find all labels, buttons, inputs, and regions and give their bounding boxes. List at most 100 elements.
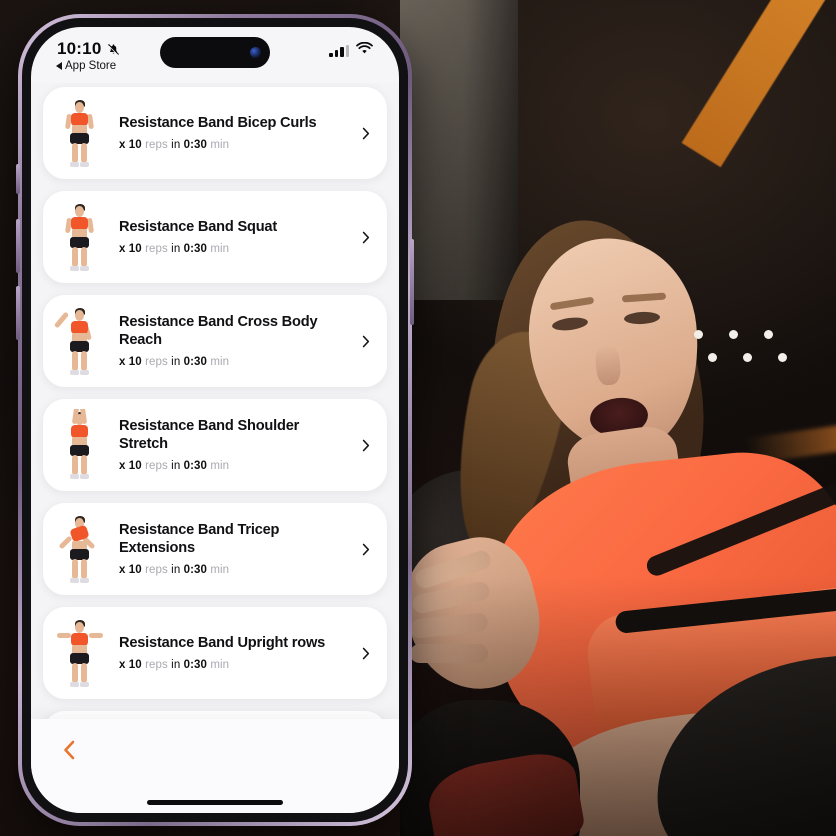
exercise-duration-value: 0:30 (183, 564, 208, 577)
exercise-duration-value: 0:30 (183, 659, 208, 672)
dot (778, 353, 787, 362)
exercise-duration-value: 0:30 (183, 139, 208, 152)
exercise-reps-value: x 10 (119, 564, 142, 577)
front-camera-icon (250, 47, 261, 58)
exercise-card-text: Resistance Band Bicep Curls x 10 reps in … (113, 115, 351, 152)
exercise-title: Resistance Band Squat (119, 218, 277, 235)
dot (764, 330, 773, 339)
exercise-card[interactable]: Resistance Band Cross Body Reach x 10 rep… (43, 295, 387, 387)
figure-part-shoel (70, 370, 79, 375)
figure-part-head (75, 622, 84, 633)
chevron-right-icon[interactable] (357, 542, 373, 557)
exercise-figure-illustration (53, 305, 107, 377)
exercise-reps-unit: reps (145, 659, 168, 672)
exercise-meta-joiner: in (171, 564, 181, 577)
triangle-left-icon (56, 62, 62, 70)
exercise-figure-illustration (53, 617, 107, 689)
exercise-card-text: Resistance Band Tricep Extensions x 10 re… (113, 522, 351, 577)
exercise-reps-value: x 10 (119, 243, 142, 256)
dot (708, 353, 717, 362)
exercise-reps-unit: reps (145, 460, 168, 473)
exercise-thumbnail (53, 617, 107, 689)
figure-part-legl (72, 247, 78, 267)
chevron-right-icon[interactable] (357, 438, 373, 453)
exercise-figure-illustration (53, 97, 107, 169)
figure-part-legr (81, 351, 87, 371)
chevron-right-icon[interactable] (357, 334, 373, 349)
exercise-card-text: Resistance Band Upright rows x 10 reps in… (113, 635, 351, 672)
exercise-reps-unit: reps (145, 243, 168, 256)
exercise-meta-joiner: in (171, 460, 181, 473)
exercise-card[interactable]: Resistance Band Upright rows x 10 reps in… (43, 607, 387, 699)
figure-part-legl (72, 351, 78, 371)
figure-part-armr (86, 217, 95, 234)
figure-part-shoer (80, 370, 89, 375)
volume-down-button[interactable] (16, 286, 20, 340)
exercise-duration-unit: min (210, 139, 230, 152)
status-time: 10:10 (57, 39, 102, 58)
home-indicator[interactable] (147, 800, 283, 805)
exercise-thumbnail (53, 97, 107, 169)
exercise-duration-unit: min (210, 243, 230, 256)
phone-screen: 10:10 App Store Resistance Band Bicep Cu… (31, 27, 399, 813)
back-button[interactable] (55, 735, 85, 765)
exercise-reps-value: x 10 (119, 659, 142, 672)
exercise-title: Resistance Band Cross Body Reach (119, 313, 318, 348)
exercise-reps-unit: reps (145, 564, 168, 577)
exercise-card-text: Resistance Band Squat x 10 reps in 0:30 m… (113, 219, 351, 256)
chevron-right-icon[interactable] (357, 230, 373, 245)
figure-part-shoer (80, 266, 89, 271)
power-button[interactable] (410, 239, 414, 325)
figure-part-shoel (70, 682, 79, 687)
chevron-right-icon[interactable] (357, 126, 373, 141)
exercise-title: Resistance Band Shoulder Stretch (119, 417, 300, 452)
exercise-card[interactable]: Resistance Band Bicep Curlsx 10 reps in … (43, 87, 387, 179)
bottom-bar (31, 719, 399, 813)
figure-part-shoer (80, 162, 89, 167)
figure-part-shoel (70, 578, 79, 583)
figure-part-legr (81, 143, 87, 163)
exercise-card[interactable]: Resistance Band Shoulder Stretch x 10 rep… (43, 399, 387, 491)
silent-switch[interactable] (16, 164, 20, 194)
dot-row (694, 330, 787, 339)
figure-part-shoel (70, 266, 79, 271)
figure-part-head (75, 102, 84, 113)
figure-part-legr (81, 559, 87, 579)
exercise-card[interactable]: Resistance Band Squat x 10 reps in 0:30 m… (43, 191, 387, 283)
figure-part-legl (72, 559, 78, 579)
exercise-card-text: Resistance Band Cross Body Reach x 10 rep… (113, 314, 351, 369)
figure-part-shoer (80, 682, 89, 687)
figure-part-arml (53, 311, 70, 329)
dot-motif (694, 330, 787, 362)
phone-bezel: 10:10 App Store Resistance Band Bicep Cu… (22, 18, 408, 822)
exercise-reps-unit: reps (145, 356, 168, 369)
exercise-card[interactable]: Resistance Band Bicep Curlsx 10 reps in … (43, 711, 387, 719)
back-to-app-label: App Store (65, 60, 117, 72)
exercise-card[interactable]: Resistance Band Tricep Extensions x 10 re… (43, 503, 387, 595)
exercise-meta: x 10 reps in 0:30 min (119, 139, 351, 151)
figure-part-legr (81, 455, 87, 475)
figure-part-shoel (70, 162, 79, 167)
volume-up-button[interactable] (16, 219, 20, 273)
bell-slash-icon (106, 42, 121, 57)
figure-part-legr (81, 663, 87, 683)
exercise-meta: x 10 reps in 0:30 min (119, 659, 351, 671)
exercise-duration-unit: min (210, 356, 230, 369)
exercise-thumbnail (53, 409, 107, 481)
figure-part-legl (72, 455, 78, 475)
dynamic-island (160, 37, 270, 68)
back-to-app-link[interactable]: App Store (56, 60, 121, 72)
exercise-duration-value: 0:30 (183, 243, 208, 256)
chevron-left-icon (64, 740, 75, 760)
exercise-thumbnail (53, 305, 107, 377)
exercise-list[interactable]: Resistance Band Bicep Curls x 10 reps in … (31, 83, 399, 719)
exercise-meta-joiner: in (171, 139, 181, 152)
dot (743, 353, 752, 362)
exercise-title: Resistance Band Upright rows (119, 634, 326, 651)
exercise-meta-joiner: in (171, 356, 181, 369)
exercise-duration-unit: min (210, 460, 230, 473)
exercise-reps-value: x 10 (119, 139, 142, 152)
chevron-right-icon[interactable] (357, 646, 373, 661)
wifi-icon (356, 41, 373, 60)
dot-row (708, 353, 787, 362)
